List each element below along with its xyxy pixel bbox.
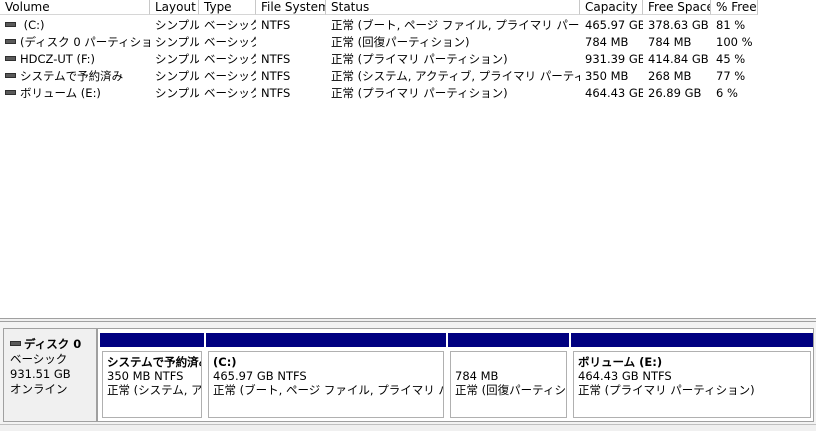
column-header-row: Volume Layout Type File System Status Ca… (0, 0, 816, 16)
partition-status: 正常 (ブート, ページ ファイル, プライマリ パーティシ: (213, 383, 443, 397)
volume-type: ベーシック (204, 86, 256, 100)
partition-status: 正常 (プライマリ パーティション) (578, 383, 755, 397)
volume-capacity: 350 MB (585, 69, 629, 83)
volume-free-space: 268 MB (648, 69, 692, 83)
volume-status: 正常 (回復パーティション) (331, 35, 470, 49)
volume-type: ベーシック (204, 69, 256, 83)
volume-icon (5, 73, 16, 78)
partition-name: (C:) (213, 355, 237, 369)
volume-list: Volume Layout Type File System Status Ca… (0, 0, 816, 318)
partition-bar (571, 333, 813, 347)
volume-icon (5, 39, 16, 44)
partition-block[interactable]: ボリューム (E:) 464.43 GB NTFS 正常 (プライマリ パーティ… (571, 333, 813, 420)
column-header-volume[interactable]: Volume (0, 0, 150, 15)
volume-row[interactable]: システムで予約済み シンプル ベーシック NTFS 正常 (システム, アクティ… (0, 68, 816, 85)
partition-size: 350 MB NTFS (107, 369, 184, 383)
volume-name: ボリューム (E:) (20, 86, 101, 100)
partition-size: 465.97 GB NTFS (213, 369, 307, 383)
partition-block[interactable]: 784 MB 正常 (回復パーティショ (448, 333, 569, 420)
disk-map-pane: ディスク 0 ベーシック 931.51 GB オンライン システムで予約済み 3… (0, 322, 816, 431)
volume-row[interactable]: (ディスク 0 パーティション 3) シンプル ベーシック 正常 (回復パーティ… (0, 34, 816, 51)
volume-icon (5, 56, 16, 61)
column-header-percent-free[interactable]: % Free (711, 0, 758, 15)
column-header-status[interactable]: Status (326, 0, 580, 15)
disk-name: ディスク 0 (24, 337, 82, 351)
volume-name: (ディスク 0 パーティション 3) (20, 35, 150, 49)
volume-percent-free: 77 % (716, 69, 746, 83)
volume-name: HDCZ-UT (F:) (20, 52, 96, 66)
volume-capacity: 931.39 GB (585, 52, 643, 66)
volume-free-space: 26.89 GB (648, 86, 702, 100)
volume-type: ベーシック (204, 35, 256, 49)
volume-free-space: 378.63 GB (648, 18, 709, 32)
volume-row[interactable]: ボリューム (E:) シンプル ベーシック NTFS 正常 (プライマリ パーテ… (0, 85, 816, 102)
partition-status: 正常 (システム, アク (107, 383, 202, 397)
volume-capacity: 464.43 GB (585, 86, 643, 100)
disk-state: オンライン (10, 382, 68, 396)
volume-layout: シンプル (155, 86, 199, 100)
volume-status: 正常 (システム, アクティブ, プライマリ パーティション) (331, 69, 580, 83)
disk-type: ベーシック (10, 352, 68, 366)
volume-row[interactable]: (C:) シンプル ベーシック NTFS 正常 (ブート, ページ ファイル, … (0, 17, 816, 34)
disk-size: 931.51 GB (10, 367, 71, 381)
volume-type: ベーシック (204, 52, 256, 66)
volume-percent-free: 45 % (716, 52, 746, 66)
volume-percent-free: 100 % (716, 35, 753, 49)
volume-file-system: NTFS (261, 86, 291, 100)
volume-status: 正常 (プライマリ パーティション) (331, 86, 508, 100)
volume-file-system: NTFS (261, 18, 291, 32)
volume-layout: シンプル (155, 69, 199, 83)
volume-percent-free: 81 % (716, 18, 746, 32)
column-header-layout[interactable]: Layout (150, 0, 199, 15)
partition-size: 784 MB (455, 369, 499, 383)
column-header-free-space[interactable]: Free Space (643, 0, 711, 15)
partition-block[interactable]: システムで予約済み 350 MB NTFS 正常 (システム, アク (100, 333, 204, 420)
partition-name: システムで予約済み (107, 355, 202, 369)
partition-size: 464.43 GB NTFS (578, 369, 672, 383)
partition-bar (448, 333, 569, 347)
partition-bar (206, 333, 446, 347)
partition-status: 正常 (回復パーティショ (455, 383, 567, 397)
partition-map: システムで予約済み 350 MB NTFS 正常 (システム, アク (C:) … (97, 328, 814, 422)
volume-capacity: 784 MB (585, 35, 629, 49)
volume-file-system: NTFS (261, 52, 291, 66)
volume-layout: シンプル (155, 52, 199, 66)
partition-name: ボリューム (E:) (578, 355, 663, 369)
volume-name: システムで予約済み (20, 69, 124, 83)
column-header-capacity[interactable]: Capacity (580, 0, 643, 15)
volume-percent-free: 6 % (716, 86, 738, 100)
partition-block[interactable]: (C:) 465.97 GB NTFS 正常 (ブート, ページ ファイル, プ… (206, 333, 446, 420)
volume-type: ベーシック (204, 18, 256, 32)
volume-free-space: 414.84 GB (648, 52, 709, 66)
volume-status: 正常 (プライマリ パーティション) (331, 52, 508, 66)
volume-status: 正常 (ブート, ページ ファイル, プライマリ パーティション) (331, 18, 580, 32)
volume-capacity: 465.97 GB (585, 18, 643, 32)
disk-drive-icon (10, 341, 21, 346)
column-header-file-system[interactable]: File System (256, 0, 326, 15)
volume-icon (5, 90, 16, 95)
volume-name: (C:) (20, 18, 45, 32)
volume-icon (5, 22, 16, 27)
column-header-type[interactable]: Type (199, 0, 256, 15)
volume-free-space: 784 MB (648, 35, 692, 49)
volume-row[interactable]: HDCZ-UT (F:) シンプル ベーシック NTFS 正常 (プライマリ パ… (0, 51, 816, 68)
volume-file-system (256, 34, 326, 51)
volume-layout: シンプル (155, 18, 199, 32)
partition-name (455, 355, 566, 369)
volume-file-system: NTFS (261, 69, 291, 83)
volume-layout: シンプル (155, 35, 199, 49)
partition-bar (100, 333, 204, 347)
disk-info-box[interactable]: ディスク 0 ベーシック 931.51 GB オンライン (3, 328, 97, 422)
bottom-scroll-strip (0, 424, 816, 431)
